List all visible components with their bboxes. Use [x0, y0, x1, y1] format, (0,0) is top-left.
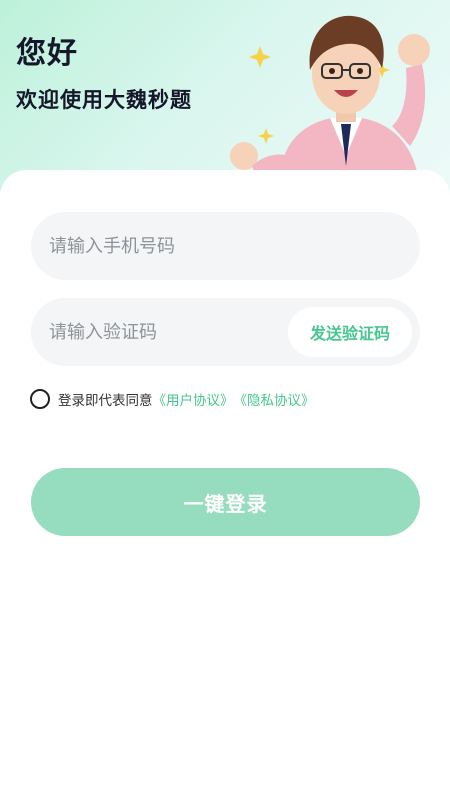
privacy-policy-link[interactable]: 《隐私协议》 — [234, 389, 315, 409]
agreement-prefix: 登录即代表同意 — [58, 393, 153, 409]
agreement-row: 登录即代表同意 《用户协议》 《隐私协议》 — [30, 388, 315, 410]
user-agreement-link[interactable]: 《用户协议》 — [153, 389, 234, 409]
welcome-subtitle: 欢迎使用大魏秒题 — [16, 88, 192, 112]
agreement-radio[interactable] — [30, 389, 50, 409]
verification-code-input[interactable] — [49, 298, 279, 366]
verification-code-field[interactable]: 发送验证码 — [31, 298, 420, 366]
one-click-login-button[interactable]: 一键登录 — [31, 468, 420, 536]
send-code-button[interactable]: 发送验证码 — [288, 307, 412, 357]
greeting-title: 您好 — [16, 36, 78, 71]
phone-field[interactable] — [31, 212, 420, 280]
mascot-illustration — [222, 6, 450, 176]
phone-input[interactable] — [49, 212, 399, 280]
